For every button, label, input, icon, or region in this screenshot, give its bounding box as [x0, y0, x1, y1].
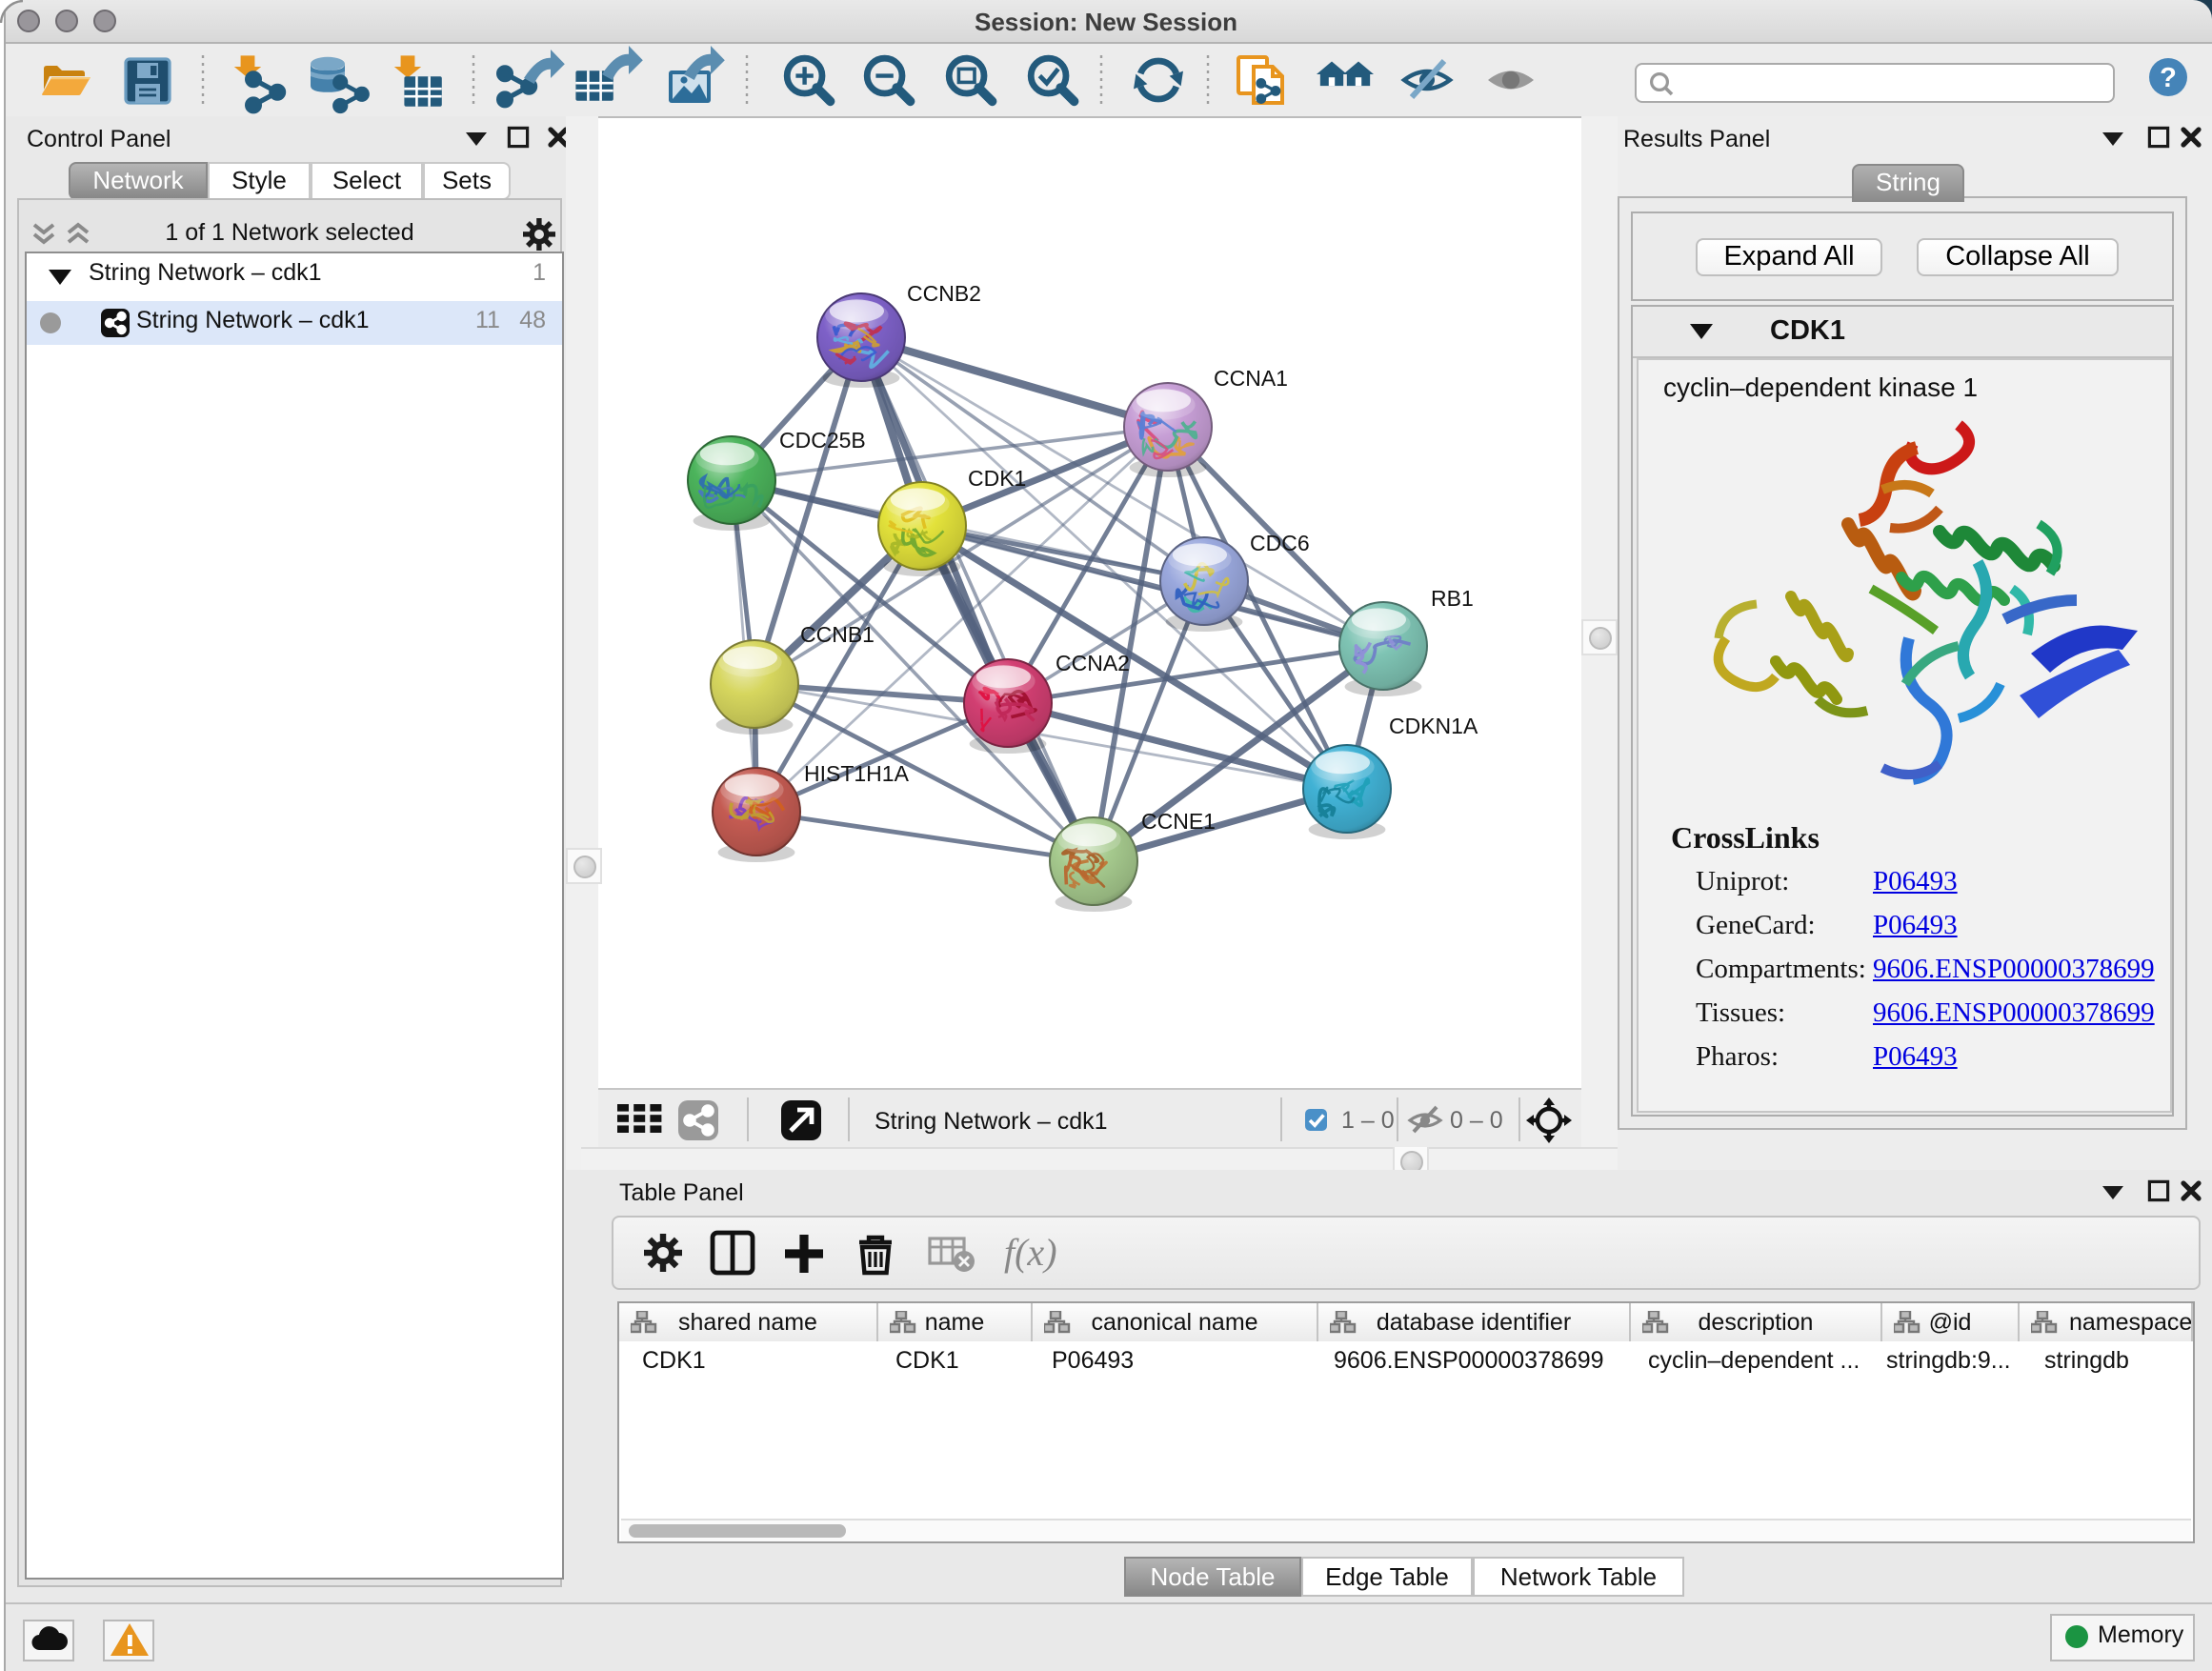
svg-text:CDC6: CDC6 — [1250, 531, 1310, 555]
svg-text:CCNE1: CCNE1 — [1141, 809, 1216, 834]
svg-text:CDK1: CDK1 — [968, 466, 1026, 491]
svg-text:CDKN1A: CDKN1A — [1389, 714, 1478, 738]
svg-text:1 – 0: 1 – 0 — [1341, 1107, 1395, 1134]
svg-text:?: ? — [2160, 63, 2177, 93]
svg-text:f(x): f(x) — [1004, 1231, 1057, 1274]
svg-text:CCNA1: CCNA1 — [1214, 366, 1288, 391]
svg-text:CCNA2: CCNA2 — [1056, 651, 1130, 675]
svg-text:CCNB2: CCNB2 — [907, 281, 981, 306]
svg-text:0 – 0: 0 – 0 — [1450, 1107, 1503, 1134]
svg-text:RB1: RB1 — [1431, 586, 1474, 611]
svg-text:CDC25B: CDC25B — [779, 428, 866, 453]
svg-text:String Network – cdk1: String Network – cdk1 — [875, 1108, 1108, 1135]
svg-text:CCNB1: CCNB1 — [800, 622, 875, 647]
svg-text:HIST1H1A: HIST1H1A — [804, 761, 910, 786]
